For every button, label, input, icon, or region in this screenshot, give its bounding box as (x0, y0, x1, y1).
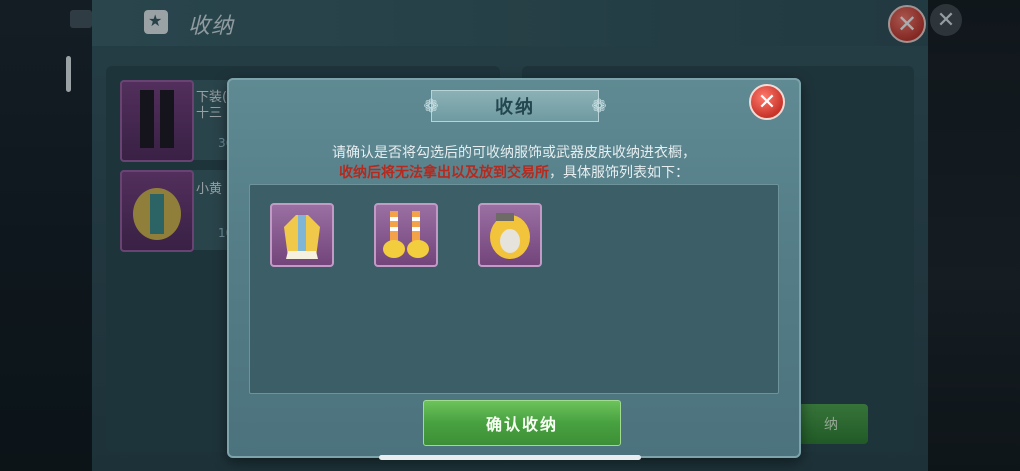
dialog-title-banner: ❁ 收纳 ❁ (423, 90, 607, 122)
yellow-chick-hat-icon (490, 213, 530, 259)
item-slot-outfit[interactable] (270, 203, 334, 267)
message-rest-text: ，具体服饰列表如下： (549, 165, 689, 181)
yellow-chick-outfit-icon (284, 215, 320, 259)
yellow-chick-shoes-icon (383, 211, 429, 258)
dialog-message-line1: 请确认是否将勾选后的可收纳服饰或武器皮肤收纳进衣橱， (332, 145, 696, 161)
swirl-ornament-icon: ❁ (423, 96, 439, 117)
confirm-storage-dialog: ❁ 收纳 ❁ ✕ 请确认是否将勾选后的可收纳服饰或武器皮肤收纳进衣橱， 收纳后将… (227, 78, 801, 458)
confirm-storage-button[interactable]: 确认收纳 (423, 400, 621, 446)
warning-text: 收纳后将无法拿出以及放到交易所 (339, 165, 549, 181)
dialog-title: 收纳 (495, 97, 535, 118)
dialog-close-button[interactable]: ✕ (749, 84, 785, 120)
items-list-panel (249, 184, 779, 394)
home-indicator[interactable] (379, 455, 641, 460)
item-slot-shoes[interactable] (374, 203, 438, 267)
item-slot-hat[interactable] (478, 203, 542, 267)
dialog-message-line2: 收纳后将无法拿出以及放到交易所，具体服饰列表如下： (229, 162, 799, 182)
swirl-ornament-icon: ❁ (591, 96, 607, 117)
